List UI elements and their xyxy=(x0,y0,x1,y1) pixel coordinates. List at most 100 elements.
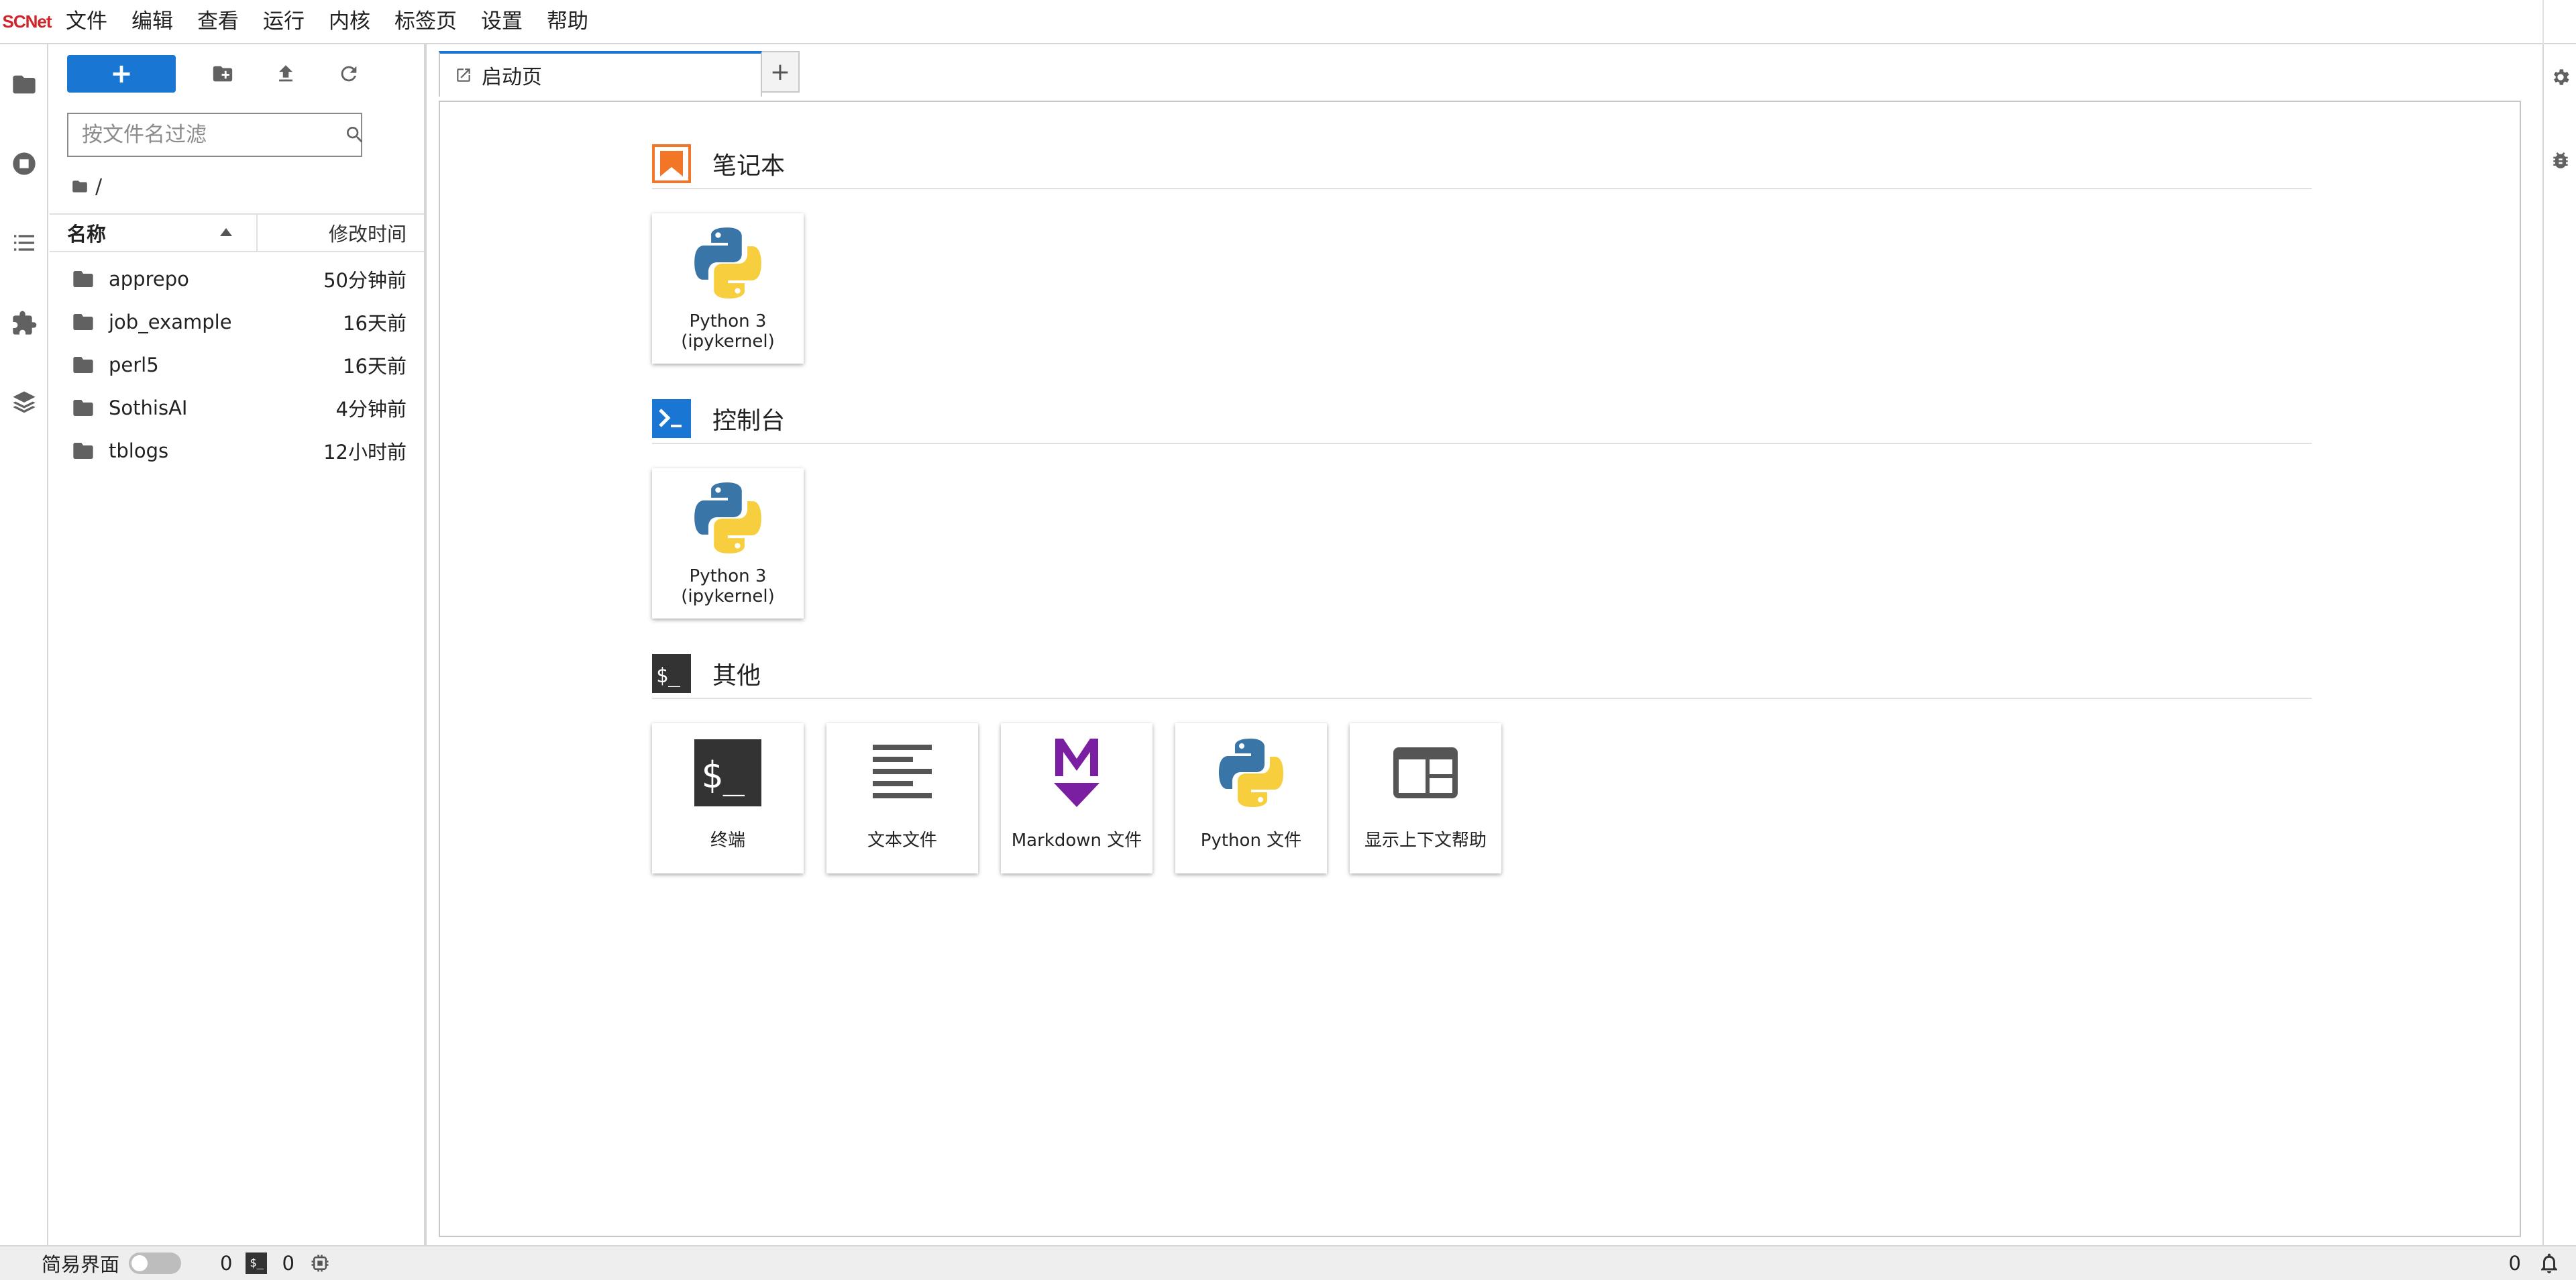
main-area: 启动页 + 笔记本 Python 3 (ipykernel) 控制台 Pytho… xyxy=(429,44,2542,1245)
console-section-title: 控制台 xyxy=(712,407,786,435)
folder-icon xyxy=(72,356,94,374)
menu-settings[interactable]: 设置 xyxy=(469,0,535,44)
debugger-icon[interactable] xyxy=(2548,148,2573,173)
running-kernels-icon[interactable] xyxy=(8,148,40,180)
markdown-file-card[interactable]: Markdown 文件 xyxy=(1001,723,1152,873)
file-modified: 4分钟前 xyxy=(335,398,407,421)
activity-bar xyxy=(0,44,48,1245)
column-modified-label: 修改时间 xyxy=(328,223,407,246)
list-item[interactable]: job_example 16天前 xyxy=(50,301,424,343)
menu-bar: SCNet 文件 编辑 查看 运行 内核 标签页 设置 帮助 xyxy=(0,0,2576,44)
upload-icon[interactable] xyxy=(270,58,302,90)
notifications-count: 0 xyxy=(2508,1252,2521,1275)
terminal-card[interactable]: $_ 终端 xyxy=(652,723,804,873)
launch-icon xyxy=(457,68,470,82)
file-list-header: 名称 修改时间 xyxy=(50,213,424,252)
refresh-icon[interactable] xyxy=(333,58,365,90)
list-item[interactable]: SothisAI 4分钟前 xyxy=(50,386,424,429)
file-browser-panel: + / 名称 修改时间 apprepo 50分钟前 xyxy=(50,44,427,1245)
file-name: apprepo xyxy=(109,268,189,290)
python-icon xyxy=(688,478,768,558)
file-name: SothisAI xyxy=(109,396,188,419)
markdown-icon xyxy=(1036,733,1117,813)
notebook-icon xyxy=(652,144,691,183)
file-modified: 16天前 xyxy=(343,312,407,335)
folder-icon[interactable] xyxy=(71,178,89,195)
column-modified[interactable]: 修改时间 xyxy=(258,215,424,251)
notebook-section: 笔记本 Python 3 (ipykernel) xyxy=(652,144,2312,364)
menu-edit[interactable]: 编辑 xyxy=(119,0,185,44)
text-file-icon xyxy=(862,733,943,813)
file-name: tblogs xyxy=(109,439,169,462)
file-filter-input[interactable] xyxy=(68,115,344,155)
card-label: 文本文件 xyxy=(867,831,937,851)
svg-text:$_: $_ xyxy=(656,664,681,688)
card-label: Markdown 文件 xyxy=(1011,831,1142,851)
contextual-help-card[interactable]: 显示上下文帮助 xyxy=(1350,723,1501,873)
file-name: job_example xyxy=(109,311,232,333)
simple-mode-toggle[interactable] xyxy=(129,1252,182,1274)
table-of-contents-icon[interactable] xyxy=(8,227,40,259)
layers-icon[interactable] xyxy=(8,386,40,419)
column-name[interactable]: 名称 xyxy=(50,215,258,251)
tab-launcher-label: 启动页 xyxy=(482,66,542,89)
new-folder-icon[interactable] xyxy=(207,58,239,90)
python-file-card[interactable]: Python 文件 xyxy=(1175,723,1327,873)
add-tab-button[interactable]: + xyxy=(762,51,800,93)
card-label: Python 3 (ipykernel) xyxy=(681,566,775,606)
card-label: Python 文件 xyxy=(1200,831,1302,851)
file-modified: 50分钟前 xyxy=(323,269,407,292)
card-label: Python 3 (ipykernel) xyxy=(681,311,775,352)
folder-icon xyxy=(72,441,94,460)
search-icon[interactable] xyxy=(344,119,366,151)
status-bar: 简易界面 0 $_ 0 0 xyxy=(0,1245,2576,1280)
tab-bar: 启动页 + xyxy=(429,44,2542,101)
extension-manager-icon[interactable] xyxy=(8,307,40,339)
notebook-python3-card[interactable]: Python 3 (ipykernel) xyxy=(652,213,804,364)
menu-file[interactable]: 文件 xyxy=(54,0,119,44)
svg-text:$_: $_ xyxy=(701,754,745,796)
terminal-icon[interactable]: $_ xyxy=(246,1252,268,1274)
simple-mode-label: 简易界面 xyxy=(42,1253,120,1276)
launcher-panel: 笔记本 Python 3 (ipykernel) 控制台 Python 3 (i… xyxy=(439,101,2521,1237)
list-item[interactable]: perl5 16天前 xyxy=(50,343,424,386)
new-launcher-button[interactable]: + xyxy=(67,55,176,93)
menu-kernel[interactable]: 内核 xyxy=(317,0,382,44)
notebook-section-title: 笔记本 xyxy=(712,152,786,180)
folder-icon xyxy=(72,398,94,417)
text-file-card[interactable]: 文本文件 xyxy=(826,723,978,873)
menu-tabs[interactable]: 标签页 xyxy=(382,0,469,44)
kernels-count[interactable]: 0 xyxy=(220,1252,232,1275)
menu-help[interactable]: 帮助 xyxy=(535,0,600,44)
file-browser-icon[interactable] xyxy=(8,68,40,101)
other-section-header: $_ 其他 xyxy=(652,654,2312,699)
python-icon xyxy=(1211,733,1291,813)
top-right-panel-strip xyxy=(2542,0,2576,44)
card-label: 终端 xyxy=(710,831,745,851)
kernel-status-icon[interactable] xyxy=(309,1252,331,1274)
file-list: apprepo 50分钟前 job_example 16天前 perl5 16天… xyxy=(50,258,424,472)
console-section-header: 控制台 xyxy=(652,399,2312,444)
column-name-label: 名称 xyxy=(67,223,107,246)
file-modified: 12小时前 xyxy=(323,441,407,464)
breadcrumb-root[interactable]: / xyxy=(95,175,102,199)
console-python3-card[interactable]: Python 3 (ipykernel) xyxy=(652,468,804,619)
notebook-section-header: 笔记本 xyxy=(652,144,2312,189)
list-item[interactable]: apprepo 50分钟前 xyxy=(50,258,424,301)
property-inspector-icon[interactable] xyxy=(2548,64,2573,90)
menu-run[interactable]: 运行 xyxy=(251,0,317,44)
app-logo: SCNet xyxy=(2,11,52,32)
list-item[interactable]: tblogs 12小时前 xyxy=(50,429,424,472)
terminals-count[interactable]: 0 xyxy=(282,1252,294,1275)
file-modified: 16天前 xyxy=(343,355,407,378)
console-icon xyxy=(652,399,691,438)
right-sidebar xyxy=(2542,44,2576,1245)
breadcrumb: / xyxy=(71,173,102,200)
menu-view[interactable]: 查看 xyxy=(185,0,251,44)
other-section: $_ 其他 $_ 终端 文本文件 Markdown 文件 Python 文件 显… xyxy=(652,654,2312,873)
tab-launcher[interactable]: 启动页 xyxy=(439,51,762,97)
console-section: 控制台 Python 3 (ipykernel) xyxy=(652,399,2312,619)
card-label: 显示上下文帮助 xyxy=(1364,831,1487,851)
bell-icon[interactable] xyxy=(2534,1248,2564,1278)
terminal-icon: $_ xyxy=(688,733,768,813)
